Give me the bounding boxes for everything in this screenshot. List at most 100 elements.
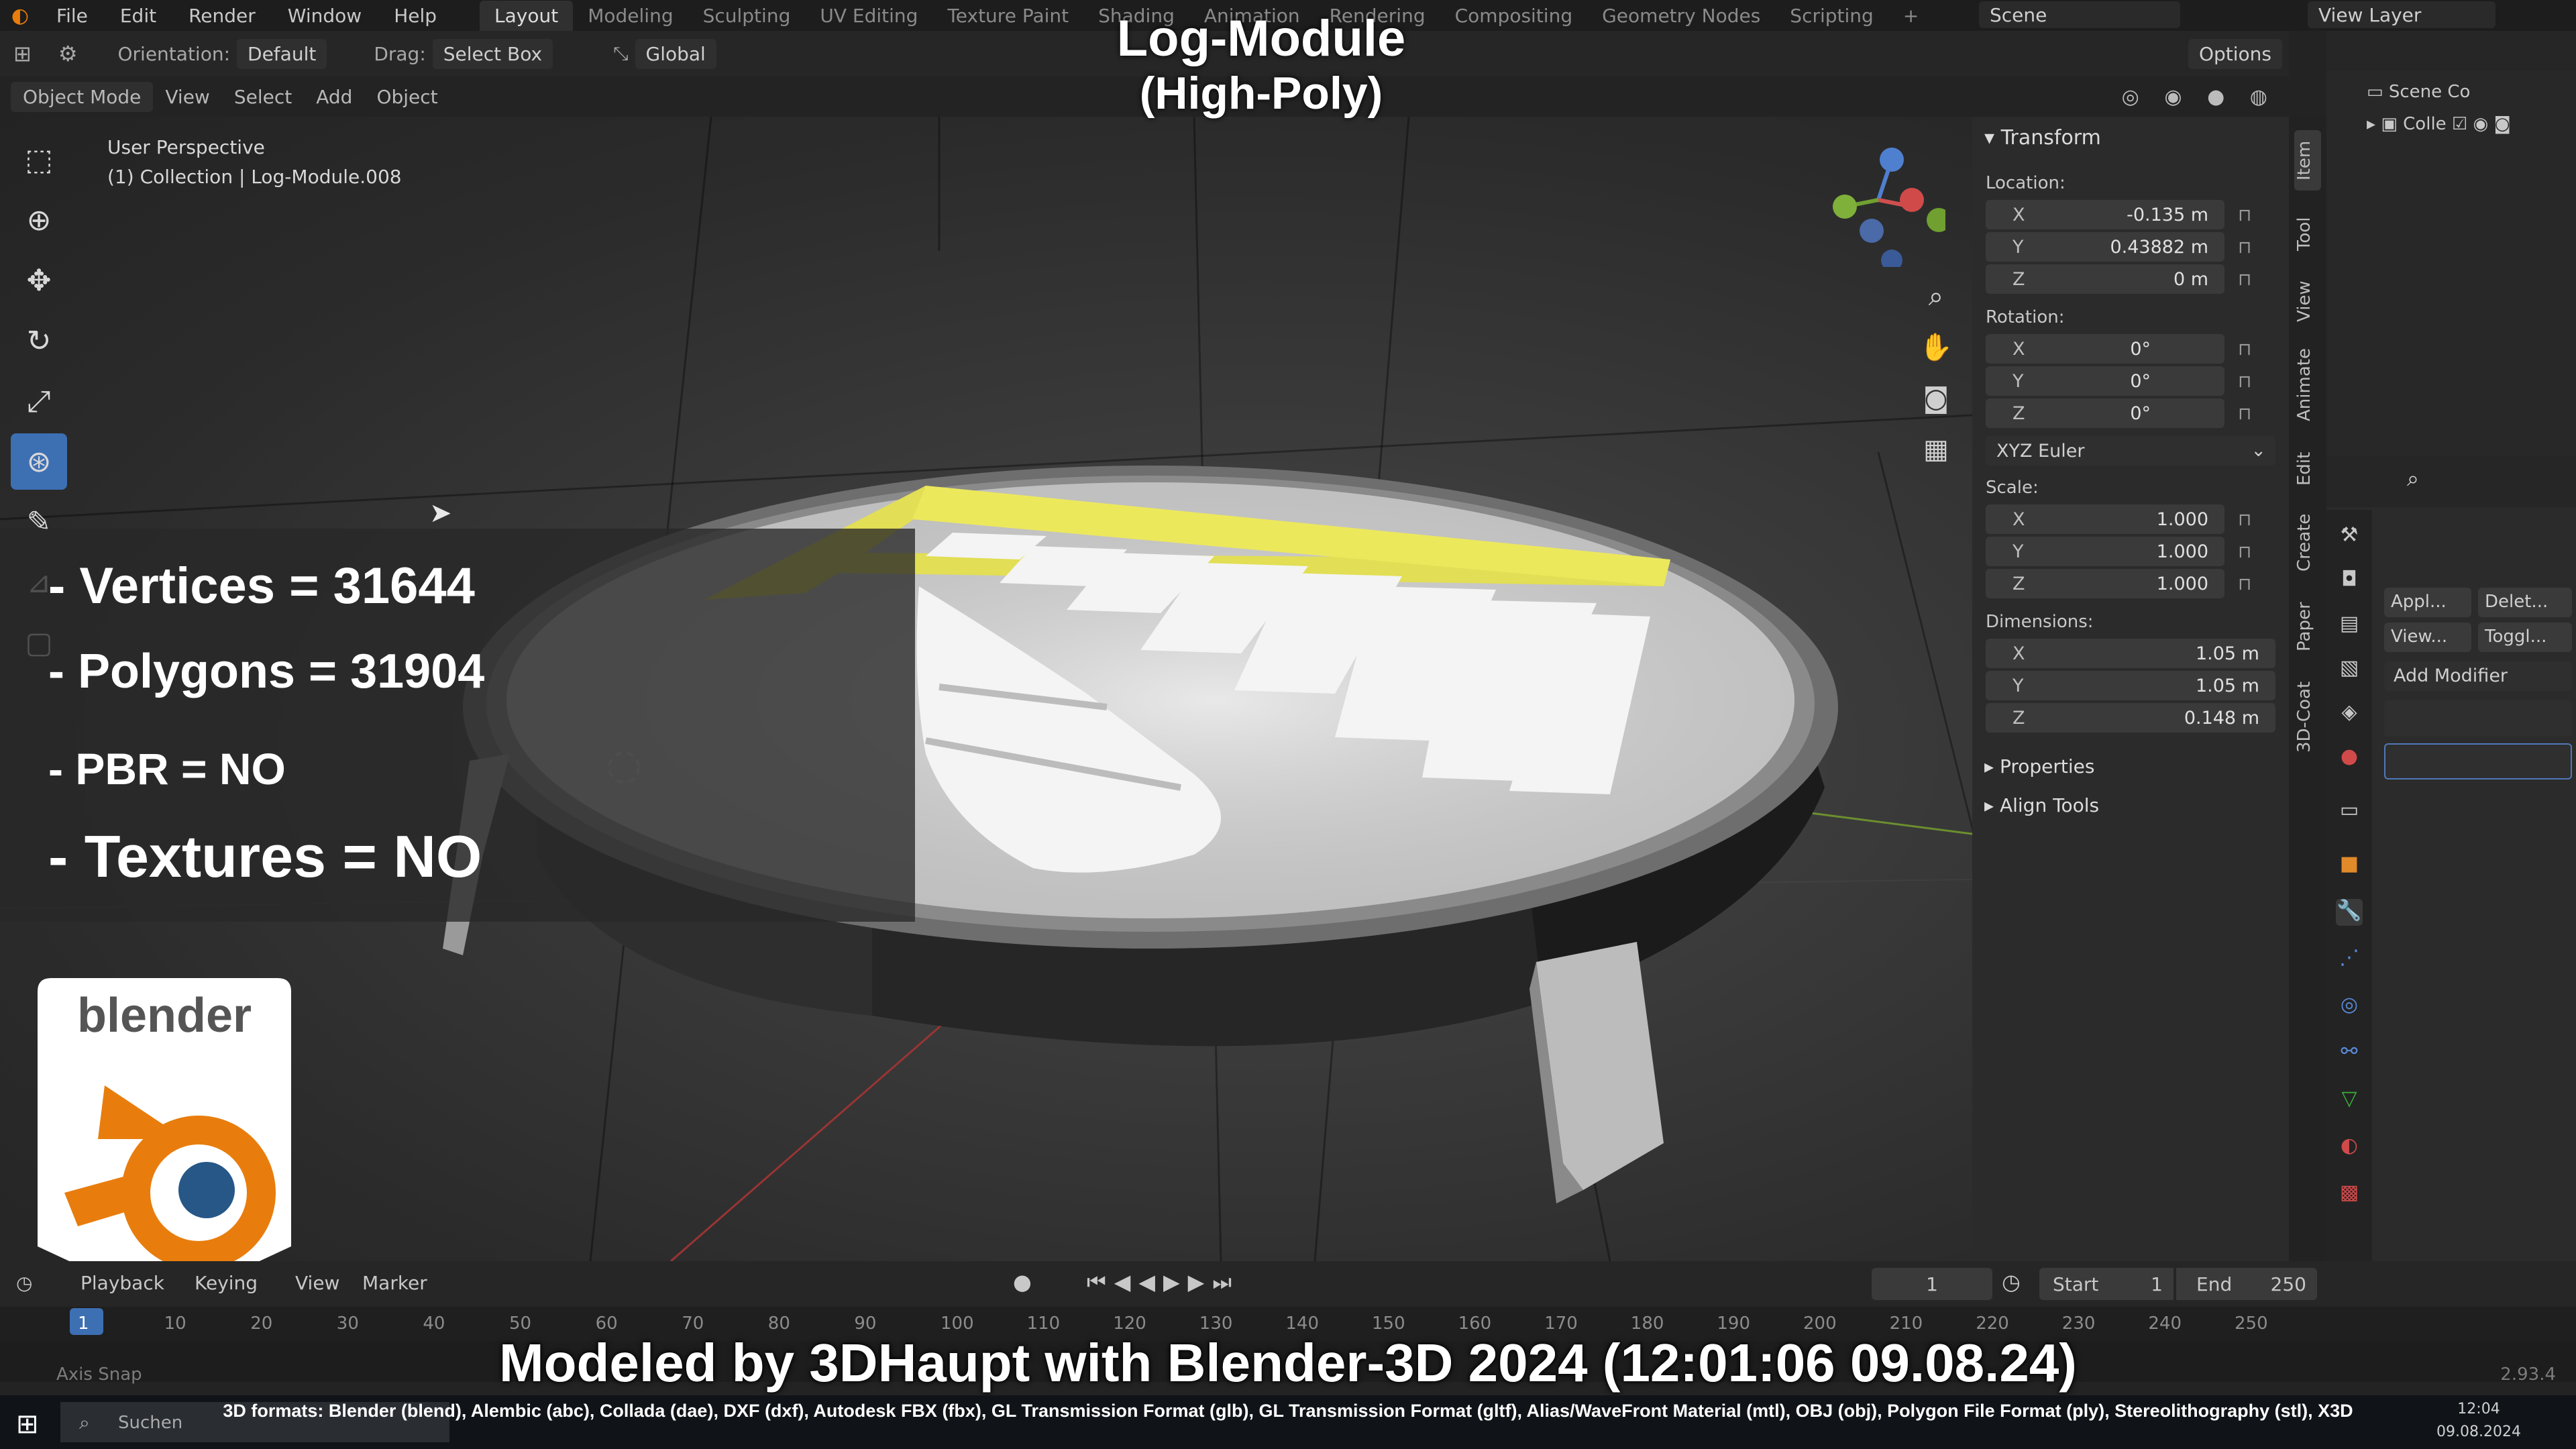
tool-tab-icon[interactable]: ⚒ bbox=[2336, 523, 2363, 550]
tab-item[interactable]: Item bbox=[2294, 130, 2321, 191]
tab-modeling[interactable]: Modeling bbox=[573, 1, 688, 31]
view-layer-selector[interactable]: View Layer bbox=[2308, 1, 2496, 28]
tab-paper[interactable]: Paper bbox=[2294, 593, 2321, 660]
options-dropdown[interactable]: Options bbox=[2188, 38, 2282, 69]
location-x-field[interactable]: X -0.135 m bbox=[1986, 200, 2224, 229]
dimensions-y-field[interactable]: Y 1.05 m bbox=[1986, 671, 2275, 700]
lock-icon[interactable]: ⊓ bbox=[2238, 237, 2258, 258]
collection-tab-icon[interactable]: ▭ bbox=[2336, 798, 2363, 825]
select-box-icon[interactable]: ⬚ bbox=[11, 131, 67, 188]
tab-sculpting[interactable]: Sculpting bbox=[688, 1, 806, 31]
modifier-row-selected[interactable] bbox=[2384, 743, 2572, 780]
menu-window[interactable]: Window bbox=[272, 5, 378, 27]
modifier-tab-icon[interactable]: 🔧 bbox=[2336, 899, 2363, 926]
lock-icon[interactable]: ⊓ bbox=[2238, 404, 2258, 424]
record-icon[interactable]: ● bbox=[1013, 1269, 1032, 1295]
tab-animate[interactable]: Animate bbox=[2294, 338, 2321, 432]
output-tab-icon[interactable]: ▤ bbox=[2336, 612, 2363, 639]
modifier-row[interactable] bbox=[2384, 700, 2572, 737]
toggle-button[interactable]: Toggl... bbox=[2478, 623, 2572, 652]
menu-edit[interactable]: Edit bbox=[104, 5, 172, 27]
current-frame-field[interactable]: 1 bbox=[1872, 1268, 1992, 1300]
menu-add[interactable]: Add bbox=[304, 86, 364, 108]
tab-scripting[interactable]: Scripting bbox=[1775, 1, 1888, 31]
tab-edit[interactable]: Edit bbox=[2294, 445, 2321, 492]
rotation-y-field[interactable]: Y 0° bbox=[1986, 366, 2224, 396]
tab-create[interactable]: Create bbox=[2294, 506, 2321, 580]
rotation-z-field[interactable]: Z 0° bbox=[1986, 398, 2224, 428]
menu-help[interactable]: Help bbox=[378, 5, 453, 27]
transform-header[interactable]: ▾ Transform bbox=[1984, 126, 2101, 150]
scene-collection-row[interactable]: ▭ Scene Co bbox=[2367, 82, 2470, 102]
add-modifier-dropdown[interactable]: Add Modifier bbox=[2384, 661, 2572, 691]
constraints-tab-icon[interactable]: ⚯ bbox=[2336, 1040, 2363, 1067]
lock-icon[interactable]: ⊓ bbox=[2238, 372, 2258, 392]
playback-controls[interactable]: ⏮◀◀▶▶⏭ bbox=[1087, 1269, 1240, 1295]
zoom-icon[interactable]: ⌕ bbox=[1916, 271, 1956, 322]
tab-view[interactable]: View bbox=[2294, 271, 2321, 331]
world-tab-icon[interactable]: ● bbox=[2336, 745, 2363, 771]
lock-icon[interactable]: ⊓ bbox=[2238, 542, 2258, 562]
tab-3d-coat[interactable]: 3D-Coat bbox=[2294, 674, 2321, 761]
object-mode-dropdown[interactable]: Object Mode bbox=[11, 81, 154, 112]
scene-tab-icon[interactable]: ◈ bbox=[2336, 700, 2363, 727]
keying-menu[interactable]: Keying bbox=[195, 1272, 258, 1294]
blender-menu-icon[interactable]: ◐ bbox=[0, 0, 40, 31]
cursor-icon[interactable]: ⊕ bbox=[11, 192, 67, 248]
properties-section[interactable]: ▸ Properties bbox=[1984, 755, 2094, 777]
view-layer-tab-icon[interactable]: ▧ bbox=[2336, 656, 2363, 683]
rotation-mode-dropdown[interactable]: XYZ Euler ⌄ bbox=[1986, 436, 2275, 466]
delete-button[interactable]: Delet... bbox=[2478, 588, 2572, 617]
transform-icon[interactable]: ⊛ bbox=[11, 433, 67, 490]
lock-icon[interactable]: ⊓ bbox=[2238, 574, 2258, 594]
dimensions-x-field[interactable]: X 1.05 m bbox=[1986, 639, 2275, 668]
end-frame-field[interactable]: End 250 bbox=[2176, 1268, 2317, 1300]
editor-type-icon[interactable]: ◷ bbox=[16, 1272, 32, 1294]
camera-icon[interactable]: ◙ bbox=[1916, 373, 1956, 424]
dimensions-z-field[interactable]: Z 0.148 m bbox=[1986, 703, 2275, 733]
lock-icon[interactable]: ⊓ bbox=[2238, 270, 2258, 290]
rotate-icon[interactable]: ↻ bbox=[11, 313, 67, 369]
orientation-dropdown[interactable]: Default bbox=[237, 38, 327, 69]
tab-uv-editing[interactable]: UV Editing bbox=[805, 1, 932, 31]
menu-file[interactable]: File bbox=[40, 5, 104, 27]
scale-y-field[interactable]: Y 1.000 bbox=[1986, 537, 2224, 566]
viewport-shading-icons[interactable]: ◎ ◉ ● ◍ bbox=[2110, 85, 2289, 109]
menu-view[interactable]: View bbox=[153, 86, 221, 108]
align-tools-section[interactable]: ▸ Align Tools bbox=[1984, 794, 2099, 816]
tab-layout[interactable]: Layout bbox=[480, 0, 574, 31]
view-button[interactable]: View... bbox=[2384, 623, 2471, 652]
view-menu[interactable]: View bbox=[295, 1272, 339, 1294]
render-tab-icon[interactable]: ◘ bbox=[2336, 568, 2363, 594]
marker-menu[interactable]: Marker bbox=[362, 1272, 427, 1294]
physics-tab-icon[interactable]: ◎ bbox=[2336, 993, 2363, 1020]
grid-icon[interactable]: ▦ bbox=[1916, 424, 1956, 475]
location-y-field[interactable]: Y 0.43882 m bbox=[1986, 232, 2224, 262]
texture-tab-icon[interactable]: ▩ bbox=[2336, 1181, 2363, 1208]
add-workspace-icon[interactable]: + bbox=[1888, 1, 1933, 31]
tab-geometry-nodes[interactable]: Geometry Nodes bbox=[1587, 1, 1775, 31]
drag-dropdown[interactable]: Select Box bbox=[432, 38, 553, 69]
scale-z-field[interactable]: Z 1.000 bbox=[1986, 569, 2224, 598]
tool-settings-icon[interactable]: ⚙ bbox=[45, 41, 91, 66]
menu-render[interactable]: Render bbox=[172, 5, 272, 27]
playback-menu[interactable]: Playback bbox=[80, 1272, 164, 1294]
start-frame-field[interactable]: Start 1 bbox=[2039, 1268, 2174, 1300]
data-tab-icon[interactable]: ▽ bbox=[2336, 1087, 2363, 1114]
tab-tool[interactable]: Tool bbox=[2294, 204, 2321, 264]
menu-select[interactable]: Select bbox=[222, 86, 304, 108]
search-icon[interactable]: ⌕ bbox=[2407, 466, 2419, 492]
lock-icon[interactable]: ⊓ bbox=[2238, 205, 2258, 225]
navigation-gizmo[interactable] bbox=[1811, 133, 1945, 267]
lock-icon[interactable]: ⊓ bbox=[2238, 339, 2258, 360]
scene-selector[interactable]: Scene bbox=[1979, 1, 2180, 28]
move-icon[interactable]: ✥ bbox=[11, 252, 67, 309]
lock-icon[interactable]: ⊓ bbox=[2238, 510, 2258, 530]
transform-space-dropdown[interactable]: Global bbox=[635, 38, 716, 69]
editor-type-icon[interactable]: ⊞ bbox=[0, 41, 45, 66]
location-z-field[interactable]: Z 0 m bbox=[1986, 264, 2224, 294]
particles-tab-icon[interactable]: ⋰ bbox=[2336, 946, 2363, 973]
rotation-x-field[interactable]: X 0° bbox=[1986, 334, 2224, 364]
collection-row[interactable]: ▸ ▣ Colle ☑ ◉ ◙ bbox=[2367, 114, 2511, 134]
apply-button[interactable]: Appl... bbox=[2384, 588, 2471, 617]
